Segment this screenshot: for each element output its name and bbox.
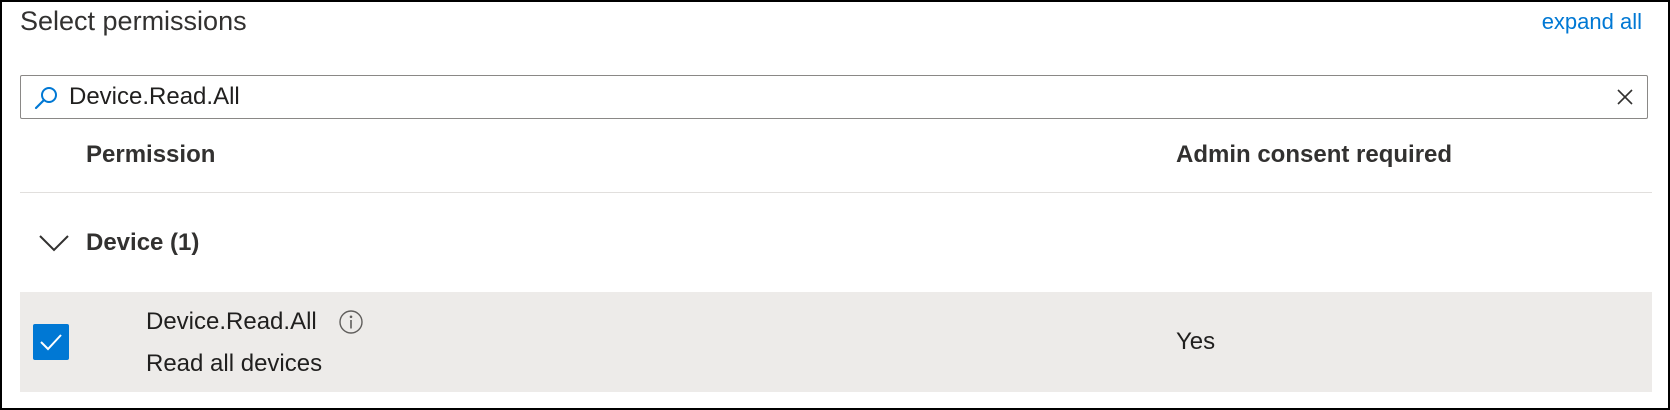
search-icon [34, 87, 57, 110]
expand-all-link[interactable]: expand all [1542, 9, 1642, 35]
permissions-panel: Select permissions expand all Permission… [0, 0, 1670, 410]
permission-checkbox[interactable] [33, 324, 69, 360]
close-icon[interactable] [1615, 87, 1635, 107]
permission-row[interactable]: Device.Read.All Read all devices Yes [20, 292, 1652, 392]
chevron-down-icon[interactable] [38, 232, 70, 254]
checkmark-icon [40, 334, 62, 351]
admin-consent-value: Yes [1176, 328, 1216, 355]
header-divider [20, 192, 1652, 193]
column-header-admin-consent: Admin consent required [1176, 141, 1453, 168]
search-box[interactable] [20, 75, 1648, 119]
group-label: Device (1) [86, 229, 200, 256]
column-header-permission: Permission [86, 141, 216, 168]
panel-title: Select permissions [20, 6, 247, 36]
permission-name: Device.Read.All [146, 308, 317, 335]
group-row-device[interactable]: Device (1) [20, 214, 1652, 278]
search-input[interactable] [69, 79, 1589, 115]
info-icon[interactable] [338, 309, 364, 335]
permission-description: Read all devices [146, 350, 323, 377]
